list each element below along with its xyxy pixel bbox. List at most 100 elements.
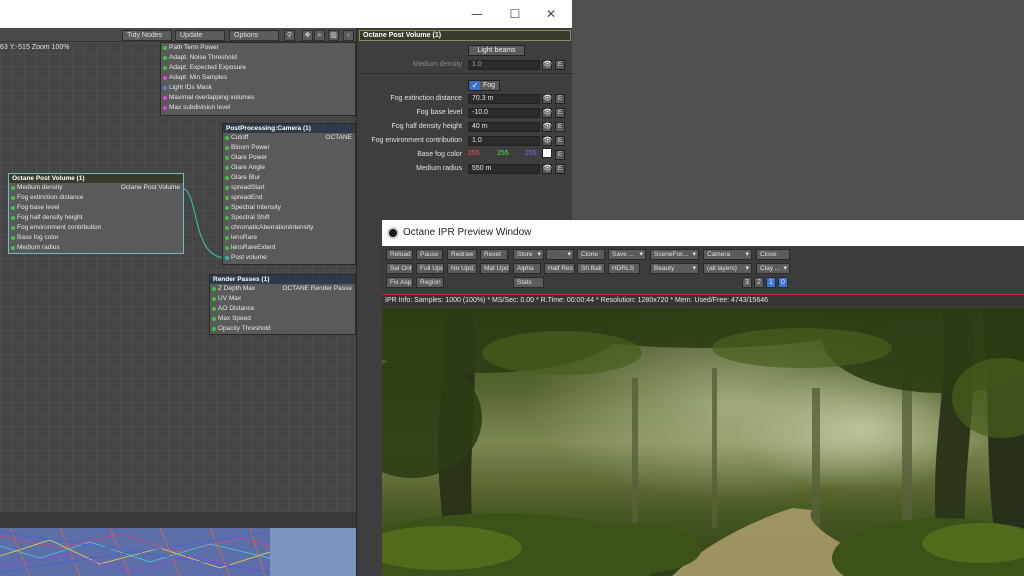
buffer-3-button[interactable]: 3 — [742, 277, 752, 288]
medium-density-field[interactable]: 1.0 — [468, 60, 540, 70]
eye-icon[interactable]: 👁 — [542, 164, 552, 174]
node-input[interactable]: UV Max — [210, 294, 355, 304]
envelope-button[interactable]: E — [555, 136, 565, 146]
node-input[interactable]: Spectral Intensity — [223, 203, 355, 213]
zoom-icon[interactable]: ⌕ — [314, 30, 325, 41]
store-dropdown[interactable]: Store — [513, 249, 544, 260]
eye-icon[interactable]: 👁 — [542, 60, 552, 70]
blue-value[interactable]: 255 — [525, 150, 537, 157]
kernel-node[interactable]: Path Term Power Adapt. Noise Threshold A… — [160, 42, 356, 116]
node-input[interactable]: Glare Angle — [223, 163, 355, 173]
reload-button[interactable]: Reload — [386, 249, 413, 260]
node-canvas[interactable]: 63 Y:-515 Zoom 100% Path Term Power Adap… — [0, 42, 356, 512]
layout-icon[interactable]: ▥ — [328, 30, 339, 41]
sel-only-button[interactable]: Sel Only — [386, 263, 413, 274]
buffer-1-button[interactable]: 1 — [766, 277, 776, 288]
node-title[interactable]: Octane Post Volume (1) — [9, 174, 183, 183]
envelope-button[interactable]: E — [555, 108, 565, 118]
node-input[interactable]: Z Depth Max OCTANE Render Passe — [210, 284, 355, 294]
store-slot-dropdown[interactable] — [546, 249, 574, 260]
region-button[interactable]: Region — [416, 277, 444, 288]
options-dropdown[interactable]: Options — [229, 30, 279, 41]
sh-ball-button[interactable]: Sh Ball — [577, 263, 605, 274]
node-input[interactable]: Medium density Octane Post Volume — [9, 183, 183, 193]
envelope-button[interactable]: E — [555, 122, 565, 132]
layers-dropdown[interactable]: (all layers) — [703, 263, 752, 274]
node-input[interactable]: Fog extinction distance — [9, 193, 183, 203]
node-input[interactable]: Spectral Shift — [223, 213, 355, 223]
reset-button[interactable]: Reset — [480, 249, 508, 260]
red-value[interactable]: 255 — [468, 150, 480, 157]
node-input[interactable]: Light IDs Mask — [161, 83, 355, 93]
eye-icon[interactable]: 👁 — [542, 94, 552, 104]
close-button[interactable]: ✕ — [536, 6, 566, 22]
save-dropdown[interactable]: Save ... — [608, 249, 646, 260]
redraw-button[interactable]: Redraw — [447, 249, 477, 260]
node-input[interactable]: Path Term Power — [161, 43, 355, 53]
tidy-nodes-button[interactable]: Tidy Nodes — [122, 30, 172, 41]
node-input[interactable]: Medium radius — [9, 243, 183, 253]
node-input[interactable]: chromaticAberrationIntensity — [223, 223, 355, 233]
light-beams-button[interactable]: Light beams — [468, 45, 525, 56]
mat-update-button[interactable]: Mat Upd. — [480, 263, 510, 274]
hdrls-button[interactable]: HDRLS — [608, 263, 640, 274]
node-input[interactable]: AO Distance — [210, 304, 355, 314]
camera-dropdown[interactable]: Camera — [703, 249, 752, 260]
node-input[interactable]: Opacity Threshold — [210, 324, 355, 334]
node-input[interactable]: Adapt. Min Samples — [161, 73, 355, 83]
ipr-close-button[interactable]: Close — [756, 249, 790, 260]
node-input[interactable]: Post volume — [223, 253, 355, 263]
eye-icon[interactable]: 👁 — [542, 136, 552, 146]
node-input[interactable]: Max subdivision level — [161, 103, 355, 113]
buffer-2-button[interactable]: 2 — [754, 277, 764, 288]
node-input[interactable]: Adapt. Noise Threshold — [161, 53, 355, 63]
envelope-button[interactable]: E — [555, 150, 565, 160]
envelope-button[interactable]: E — [555, 60, 565, 70]
node-title[interactable]: PostProcessing:Camera (1) — [223, 124, 355, 133]
node-input[interactable]: Fog base level — [9, 203, 183, 213]
stats-button[interactable]: Stats — [513, 277, 544, 288]
fix-aspect-button[interactable]: Fix Asp. — [386, 277, 413, 288]
fog-base-level-field[interactable]: -10.0 — [468, 108, 540, 118]
node-input[interactable]: Max Speed — [210, 314, 355, 324]
node-input[interactable]: spreadEnd — [223, 193, 355, 203]
buffer-0-button[interactable]: 0 — [778, 277, 788, 288]
clone-button[interactable]: Clone — [577, 249, 605, 260]
minimize-button[interactable]: — — [462, 6, 492, 22]
collapse-arrow-icon[interactable]: ‹ — [343, 30, 354, 41]
render-preview-image[interactable] — [382, 308, 1024, 576]
node-input[interactable]: Glare Blur — [223, 173, 355, 183]
base-fog-color-field[interactable]: 255 255 255 — [468, 150, 540, 160]
medium-radius-field[interactable]: 550 m — [468, 164, 540, 174]
clay-dropdown[interactable]: Clay ... — [756, 263, 790, 274]
color-swatch[interactable] — [542, 148, 552, 158]
green-value[interactable]: 255 — [497, 150, 509, 157]
no-update-button[interactable]: No Upd. — [447, 263, 477, 274]
wireframe-viewport[interactable] — [0, 528, 382, 576]
node-title[interactable]: Render Passes (1) — [210, 275, 355, 284]
maximize-button[interactable]: ☐ — [500, 6, 530, 22]
node-input[interactable]: Cutoff OCTANE — [223, 133, 355, 143]
node-input[interactable]: Glare Power — [223, 153, 355, 163]
alpha-button[interactable]: Alpha — [513, 263, 541, 274]
node-input[interactable]: Fog environment contribution — [9, 223, 183, 233]
fog-environment-contribution-field[interactable]: 1.0 — [468, 136, 540, 146]
postprocessing-camera-node[interactable]: PostProcessing:Camera (1) Cutoff OCTANE B… — [222, 123, 356, 265]
pause-button[interactable]: Pause — [416, 249, 443, 260]
eye-icon[interactable]: 👁 — [542, 122, 552, 132]
node-input[interactable]: Base fog color — [9, 233, 183, 243]
half-res-button[interactable]: Half Res — [544, 263, 575, 274]
scene-focus-dropdown[interactable]: SceneFoc... — [650, 249, 699, 260]
node-input[interactable]: Fog half density height — [9, 213, 183, 223]
fog-extinction-distance-field[interactable]: 70.3 m — [468, 94, 540, 104]
envelope-button[interactable]: E — [555, 164, 565, 174]
move-icon[interactable]: ✥ — [302, 30, 313, 41]
node-input[interactable]: lensRareExtent — [223, 243, 355, 253]
envelope-button[interactable]: E — [555, 94, 565, 104]
node-input[interactable]: lensRare — [223, 233, 355, 243]
render-passes-node[interactable]: Render Passes (1) Z Depth Max OCTANE Rend… — [209, 274, 356, 335]
node-input[interactable]: spreadStart — [223, 183, 355, 193]
full-update-button[interactable]: Full Upd. — [416, 263, 444, 274]
node-input[interactable]: Bloom Power — [223, 143, 355, 153]
pin-icon[interactable]: ⚲ — [284, 30, 295, 41]
